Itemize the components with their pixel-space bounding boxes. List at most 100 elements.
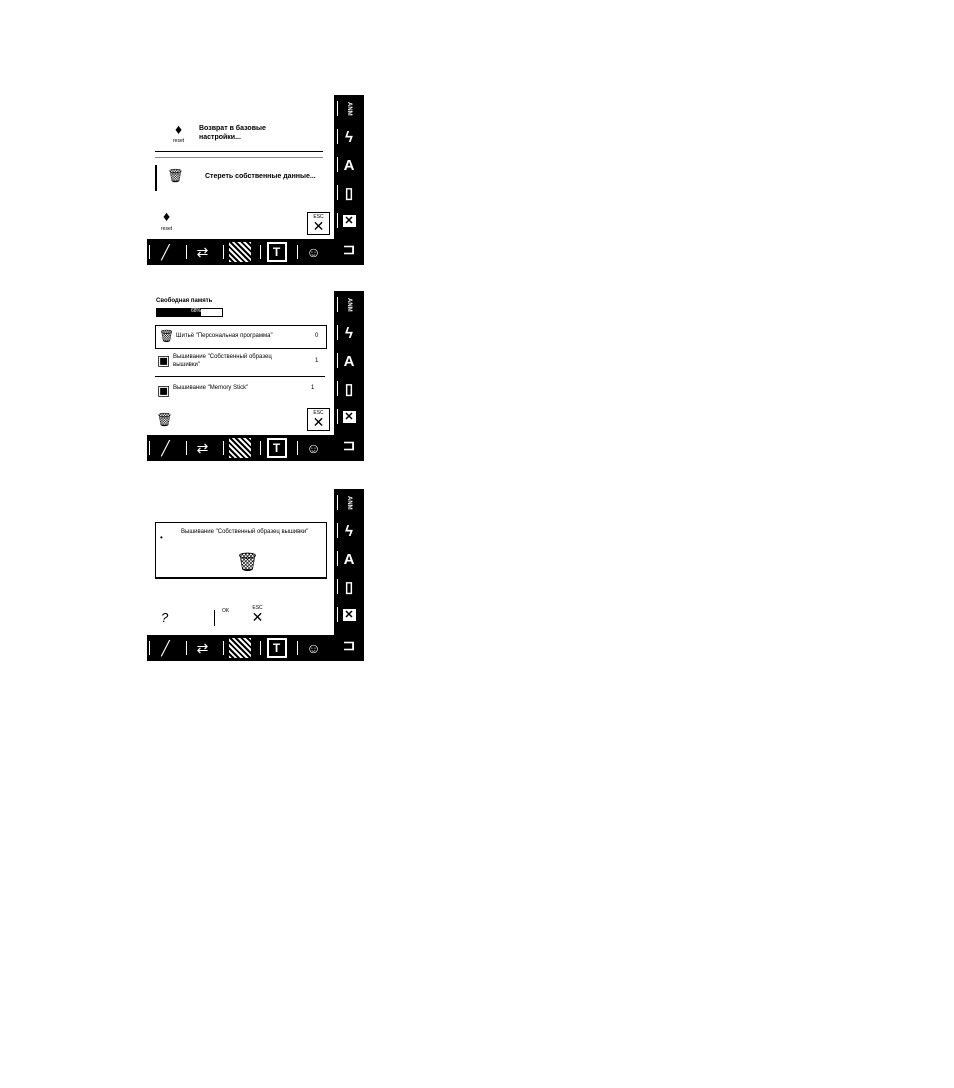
sidebar-item-exit[interactable]: ✕ — [334, 207, 364, 235]
delete-data-label: Стереть собственные данные... — [205, 173, 316, 180]
screen-free-memory: Свободная память 68% 🗑 Шитьё "Персональн… — [147, 291, 364, 461]
sidebar-top-label: ANM — [346, 298, 352, 312]
alphabet-label: A — [343, 550, 355, 568]
presser-foot-icon[interactable]: ⊐ — [334, 235, 364, 263]
screen-reset-menu: ♦ reset Возврат в базовые настройки... 🗑… — [147, 95, 364, 265]
trash-icon: 🗑 — [236, 552, 259, 572]
memory-title: Свободная память — [156, 298, 213, 304]
sidebar-item-buttonhole[interactable]: ▯ — [334, 573, 364, 601]
row-label: Вышивание "Memory Stick" — [173, 385, 249, 391]
needle-icon[interactable]: ╱ — [147, 435, 184, 461]
needle-icon[interactable]: ╱ — [147, 239, 184, 265]
row-value: 1 — [315, 358, 319, 364]
tshirt-icon: ▣ — [157, 352, 171, 368]
reset-button[interactable]: ♦ reset — [159, 207, 179, 233]
esc-button[interactable]: ESC ✕ — [307, 212, 330, 235]
right-sidebar: ANM ϟ A ▯ ✕ ⊐ — [334, 489, 364, 661]
embroidery-icon[interactable] — [221, 239, 258, 265]
zigzag-icon[interactable]: ϟ — [334, 517, 364, 545]
screen-content: Свободная память 68% 🗑 Шитьё "Персональн… — [147, 291, 334, 435]
arrow-icon[interactable]: ⇄ — [184, 239, 221, 265]
divider — [155, 376, 325, 377]
esc-button[interactable]: ESC ✕ — [307, 408, 330, 431]
reset-label: Возврат в базовые настройки... — [199, 125, 266, 141]
sidebar-top-label: ANM — [346, 102, 352, 116]
embroidery-icon[interactable] — [221, 435, 258, 461]
confirm-dialog: • Вышивание "Собственный образец вышивки… — [155, 522, 327, 579]
divider — [155, 151, 323, 152]
sidebar-item-settings[interactable]: ANM — [334, 95, 364, 123]
ok-button[interactable]: OK — [218, 606, 238, 627]
row-value: 1 — [311, 385, 317, 391]
alphabet-label: A — [343, 156, 355, 174]
close-icon: ✕ — [342, 215, 356, 227]
bottom-bar: ╱ ⇄ T ☺ — [147, 435, 334, 461]
sidebar-item-alphabet[interactable]: A — [334, 151, 364, 179]
trash-icon[interactable]: 🗑 — [156, 412, 173, 428]
sidebar-item-buttonhole[interactable]: ▯ — [334, 179, 364, 207]
screen-content: • Вышивание "Собственный образец вышивки… — [147, 489, 334, 635]
right-sidebar: ANM ϟ A ▯ ✕ ⊐ — [334, 95, 364, 265]
presser-foot-reset-icon: ♦ — [163, 208, 171, 224]
embroidery-icon[interactable] — [221, 635, 258, 661]
close-icon: ✕ — [312, 218, 325, 234]
sidebar-item-settings[interactable]: ANM — [334, 291, 364, 319]
selection-marker — [155, 165, 157, 191]
buttonhole-icon: ▯ — [344, 579, 354, 596]
tshirt-icon[interactable]: T — [258, 435, 295, 461]
help-icon[interactable]: ? — [161, 610, 168, 625]
close-icon: ✕ — [342, 609, 356, 621]
esc-button[interactable]: ESC ✕ — [247, 606, 268, 627]
row-label: Шитьё "Персональная программа" — [176, 333, 273, 339]
confirm-message: Вышивание "Собственный образец вышивки" — [181, 529, 309, 535]
close-icon: ✕ — [251, 609, 264, 625]
alphabet-label: A — [343, 352, 355, 370]
tshirt-icon[interactable]: T — [258, 239, 295, 265]
zigzag-icon[interactable]: ϟ — [334, 319, 364, 347]
list-item[interactable]: ▣ Вышивание "Memory Stick" 1 — [155, 379, 325, 401]
ok-label: OK — [222, 608, 230, 614]
right-sidebar: ANM ϟ A ▯ ✕ ⊐ — [334, 291, 364, 461]
smiley-icon[interactable]: ☺ — [295, 435, 332, 461]
arrow-icon[interactable]: ⇄ — [184, 635, 221, 661]
divider — [214, 610, 215, 626]
reset-caption: reset — [173, 138, 185, 144]
presser-foot-icon[interactable]: ⊐ — [334, 631, 364, 659]
bottom-bar: ╱ ⇄ T ☺ — [147, 239, 334, 265]
smiley-icon[interactable]: ☺ — [295, 239, 332, 265]
memory-stick-icon: ▣ — [157, 382, 171, 398]
row-value: 0 — [315, 333, 319, 339]
needle-icon[interactable]: ╱ — [147, 635, 184, 661]
presser-foot-icon[interactable]: ⊐ — [334, 431, 364, 459]
trash-icon: 🗑 — [167, 168, 184, 183]
close-icon: ✕ — [342, 411, 356, 423]
sidebar-item-buttonhole[interactable]: ▯ — [334, 375, 364, 403]
sidebar-item-alphabet[interactable]: A — [334, 545, 364, 573]
row-label: Вышивание "Собственный образец вышивки" — [173, 354, 272, 368]
zigzag-icon[interactable]: ϟ — [334, 123, 364, 151]
smiley-label: ☺ — [306, 440, 321, 456]
sidebar-item-settings[interactable]: ANM — [334, 489, 364, 517]
smiley-icon[interactable]: ☺ — [295, 635, 332, 661]
sidebar-top-label: ANM — [346, 496, 352, 510]
divider — [155, 157, 323, 158]
list-item[interactable]: 🗑 Шитьё "Персональная программа" 0 — [155, 325, 327, 349]
buttonhole-icon: ▯ — [344, 381, 354, 398]
tshirt-label: T — [266, 438, 287, 458]
memory-progress-text: 68% — [191, 308, 202, 314]
smiley-label: ☺ — [306, 640, 321, 656]
list-item[interactable]: ▣ Вышивание "Собственный образец вышивки… — [155, 349, 325, 373]
close-icon: ✕ — [312, 414, 325, 430]
sidebar-item-exit[interactable]: ✕ — [334, 601, 364, 629]
memory-progress-bar: 68% — [156, 308, 223, 317]
sidebar-item-exit[interactable]: ✕ — [334, 403, 364, 431]
reset-option[interactable]: ♦ reset Возврат в базовые настройки... — [155, 120, 325, 148]
bullet-icon: • — [160, 533, 163, 542]
screen-delete-confirm: • Вышивание "Собственный образец вышивки… — [147, 489, 364, 661]
tshirt-label: T — [266, 242, 287, 262]
sidebar-item-alphabet[interactable]: A — [334, 347, 364, 375]
arrow-icon[interactable]: ⇄ — [184, 435, 221, 461]
delete-data-option[interactable]: 🗑 Стереть собственные данные... — [159, 165, 325, 191]
buttonhole-icon: ▯ — [344, 185, 354, 202]
tshirt-icon[interactable]: T — [258, 635, 295, 661]
